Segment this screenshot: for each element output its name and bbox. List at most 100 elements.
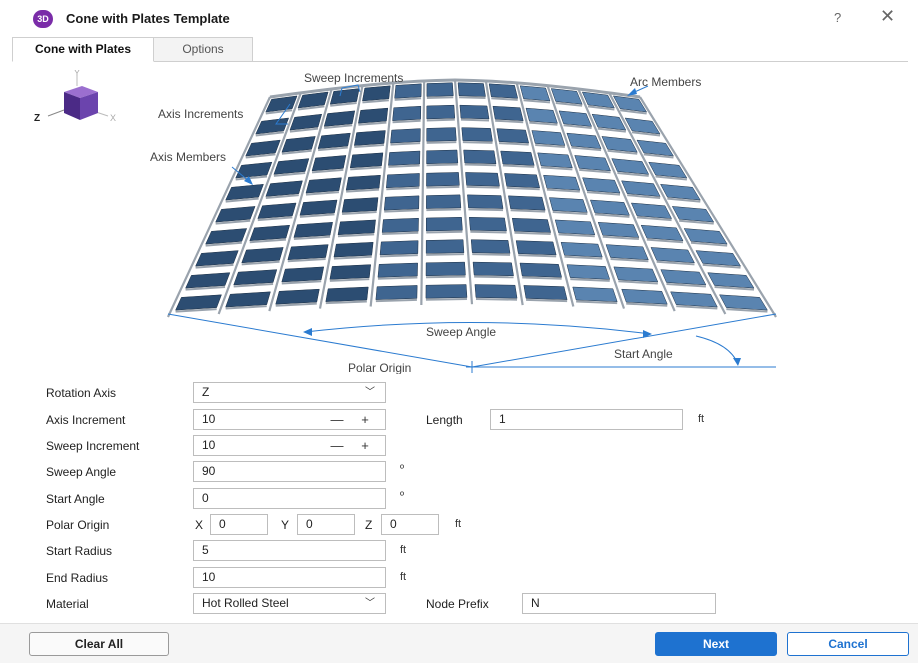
triad-y-label: Y [74, 70, 80, 78]
axis-increment-value: 10 [202, 412, 216, 426]
length-input[interactable]: 1 [490, 409, 683, 430]
length-unit: ft [698, 413, 705, 425]
cone-plate [383, 195, 420, 211]
cone-plate [275, 288, 320, 305]
help-button[interactable]: ? [834, 10, 841, 25]
cancel-button[interactable]: Cancel [787, 632, 909, 656]
start-radius-unit: ft [400, 544, 407, 556]
minus-icon[interactable]: — [330, 410, 344, 429]
arc-member [426, 141, 457, 144]
sweep-angle-input[interactable]: 90 [193, 461, 386, 482]
cone-plate [650, 247, 695, 264]
polar-origin-x-input[interactable]: 0 [210, 514, 268, 535]
arc-member [394, 97, 422, 101]
next-button[interactable]: Next [655, 632, 777, 656]
cone-plate [492, 105, 524, 121]
arc-member [390, 142, 421, 146]
arc-member [470, 230, 507, 234]
cone-plate [392, 105, 422, 121]
arc-member [426, 253, 464, 256]
cone-plate [381, 217, 419, 233]
arc-member [379, 254, 418, 258]
cone-plate [566, 132, 602, 149]
plus-icon[interactable]: + [358, 436, 372, 455]
clear-all-button[interactable]: Clear All [29, 632, 169, 656]
cone-plate [281, 266, 325, 283]
arc-member [329, 278, 370, 282]
arc-member [425, 298, 468, 301]
cone-plate [621, 288, 668, 305]
end-radius-unit: ft [400, 571, 407, 583]
start-angle-input[interactable]: 0 [193, 488, 386, 509]
close-icon[interactable]: ✕ [880, 6, 895, 27]
sweep-increment-value: 10 [202, 438, 216, 452]
cone-plate [601, 136, 638, 153]
polar-origin-y-input[interactable]: 0 [297, 514, 355, 535]
rotation-axis-label: Rotation Axis [46, 386, 117, 400]
arc-member [384, 209, 419, 213]
cone-plate [566, 264, 611, 280]
cone-plate [257, 202, 297, 219]
rotation-axis-value: Z [202, 385, 210, 399]
start-radius-input[interactable]: 5 [193, 540, 386, 561]
polar-origin-label: Polar Origin [46, 518, 110, 532]
start-angle-label: Start Angle [46, 492, 105, 506]
plus-icon[interactable]: + [358, 410, 372, 429]
cone-plate [175, 294, 222, 311]
start-angle-unit: º [400, 490, 405, 502]
arc-member [510, 209, 546, 213]
arc-member [466, 185, 500, 189]
cone-plate [375, 285, 418, 300]
label-start-angle: Start Angle [614, 347, 673, 361]
cone-plate [337, 219, 376, 236]
cone-plate [531, 130, 566, 146]
node-prefix-input[interactable]: N [522, 593, 716, 614]
arc-member [375, 298, 417, 303]
arc-member [459, 96, 486, 100]
cone-plate [670, 291, 718, 308]
cone-plate [377, 262, 418, 278]
polar-origin-z-input[interactable]: 0 [381, 514, 439, 535]
axis-increment-stepper[interactable]: 10 — + [193, 409, 386, 430]
cone-plate [281, 136, 316, 153]
cone-plate [500, 150, 535, 166]
cone-plate [317, 132, 351, 149]
cone-plate [388, 150, 421, 166]
cone-plate [426, 194, 462, 209]
app-3d-icon: 3D [33, 10, 53, 28]
cone-plate [225, 291, 271, 308]
tab-cone-with-plates[interactable]: Cone with Plates [12, 37, 154, 62]
rotation-axis-dropdown[interactable]: Z ﹀ [193, 382, 386, 403]
cone-plate [613, 266, 659, 283]
tab-options[interactable]: Options [153, 37, 253, 62]
material-dropdown[interactable]: Hot Rolled Steel ﹀ [193, 593, 386, 614]
chevron-down-icon: ﹀ [365, 387, 375, 398]
cone-plate [185, 272, 231, 289]
cone-plate [273, 158, 310, 175]
sweep-angle-unit: º [400, 463, 405, 475]
cone-plate [425, 284, 468, 299]
arc-member [518, 254, 557, 258]
arc-member [491, 97, 518, 101]
cone-plate [558, 110, 593, 127]
cone-plate [572, 286, 618, 302]
triad-z-label: Z [34, 113, 40, 124]
cone-plate [549, 197, 588, 213]
cone-plate [630, 202, 673, 219]
polar-origin-x-label: X [195, 518, 204, 532]
end-radius-input[interactable]: 10 [193, 567, 386, 588]
cone-plate [511, 217, 551, 233]
label-sweep-angle: Sweep Angle [426, 325, 496, 339]
cone-plate [695, 250, 742, 267]
arc-member [426, 163, 458, 167]
minus-icon[interactable]: — [330, 436, 344, 455]
cone-plate [474, 284, 518, 299]
cone-plate [537, 152, 573, 169]
label-arc-members: Arc Members [630, 75, 701, 89]
title-bar: 3D Cone with Plates Template ? ✕ [0, 0, 918, 36]
axis-increment-label: Axis Increment [46, 413, 126, 427]
cone-plate [426, 127, 457, 142]
cone-plate [640, 224, 684, 241]
cone-diagram: Sweep Increments Arc Members Axis Increm… [150, 71, 777, 374]
sweep-increment-stepper[interactable]: 10 — + [193, 435, 386, 456]
